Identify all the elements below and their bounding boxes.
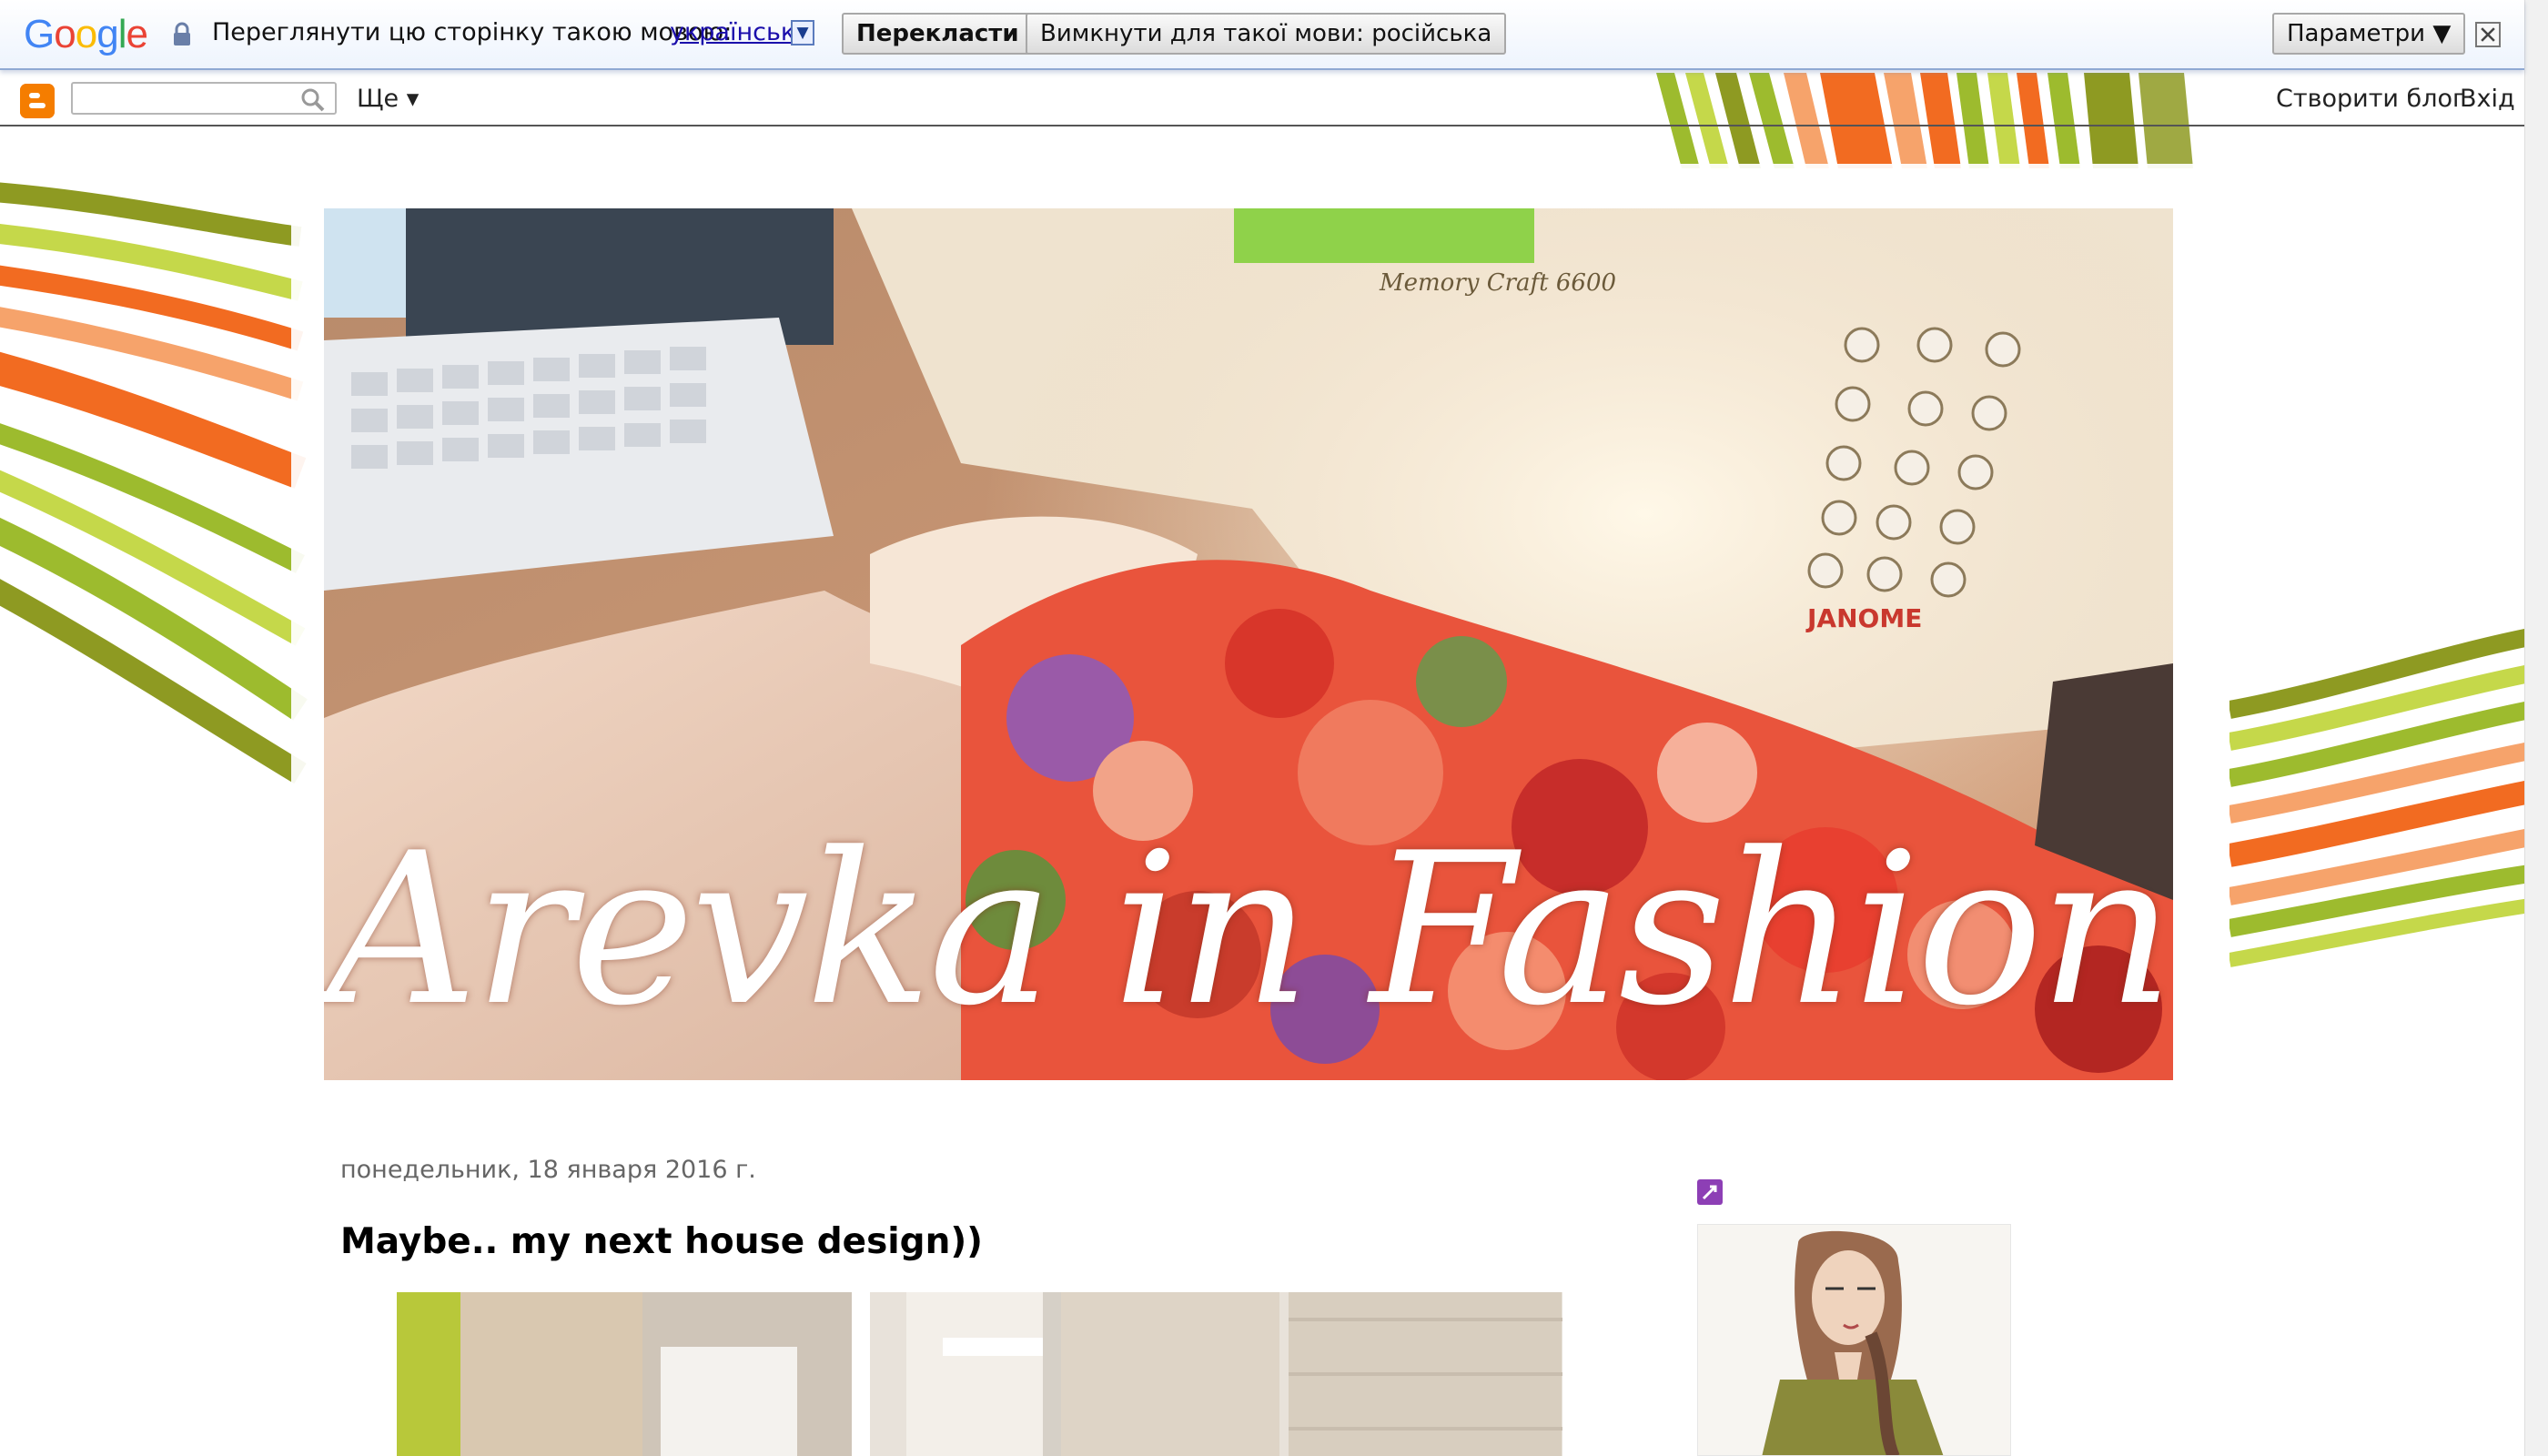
close-icon[interactable] (2475, 22, 2501, 47)
options-button[interactable]: Параметри ▼ (2272, 13, 2466, 55)
never-translate-button[interactable]: Вимкнути для такої мови: російська (1026, 13, 1507, 55)
more-menu[interactable]: Ще ▾ (357, 85, 419, 113)
sign-in-link[interactable]: Вхід (2460, 85, 2515, 113)
blogger-navbar: Ще ▾ Створити блог Вхід (0, 72, 2524, 126)
post-date: понедельник, 18 января 2016 г. (340, 1156, 756, 1184)
language-dropdown-icon[interactable]: ▼ (791, 20, 814, 46)
post-image[interactable] (397, 1292, 1562, 1456)
machine-brand-label: JANOME (1805, 603, 1922, 633)
translate-prompt: Переглянути цю сторінку такою мовою: (212, 18, 733, 46)
fashion-illustration (1698, 1225, 2010, 1455)
left-swoosh (0, 182, 308, 784)
lock-icon (174, 22, 190, 46)
post-title[interactable]: Maybe.. my next house design)) (340, 1221, 983, 1262)
blog-title[interactable]: Arevka in Fashion (324, 809, 2173, 1052)
right-swoosh (2227, 629, 2524, 967)
edit-gadget-icon[interactable] (1697, 1179, 1723, 1205)
house-design-photo (397, 1292, 1562, 1456)
machine-model-label: Memory Craft 6600 (1379, 269, 1616, 297)
scrollbar[interactable] (2524, 0, 2548, 1456)
search-icon[interactable] (300, 87, 326, 113)
sidebar-fashion-sketch[interactable] (1697, 1224, 2011, 1456)
language-select[interactable]: українська (670, 18, 811, 46)
google-logo: Google (24, 12, 148, 56)
blogger-logo-icon[interactable] (20, 84, 55, 118)
create-blog-link[interactable]: Створити блог (2276, 85, 2465, 113)
translate-button[interactable]: Перекласти (842, 13, 1034, 55)
google-translate-bar: Google Переглянути цю сторінку такою мов… (0, 0, 2524, 70)
blog-search-input[interactable] (71, 82, 337, 115)
header-image[interactable]: Memory Craft 6600 JANOME Arevka in Fashi… (324, 208, 2173, 1080)
